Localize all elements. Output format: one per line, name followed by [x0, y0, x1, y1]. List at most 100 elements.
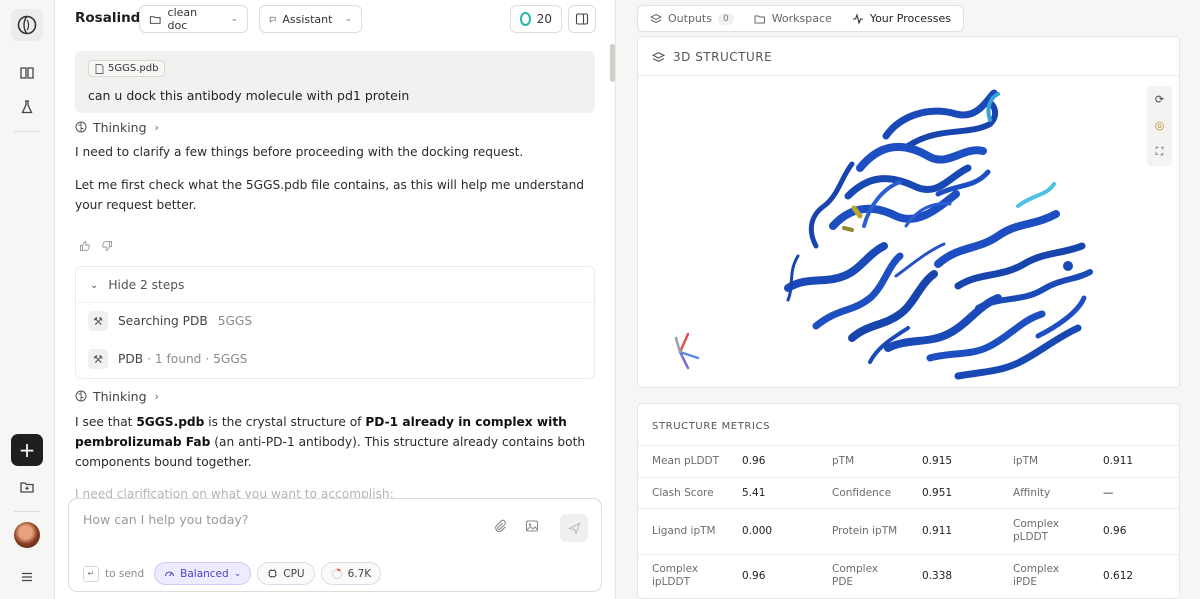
metric-value: 0.951: [922, 487, 953, 499]
user-message: 5GGS.pdb can u dock this antibody molecu…: [75, 51, 595, 113]
new-chat-button[interactable]: +: [11, 434, 43, 466]
metrics-title: STRUCTURE METRICS: [652, 421, 771, 432]
tab-workspace-label: Workspace: [771, 12, 832, 25]
metric-label: pTM: [832, 455, 855, 467]
mode-select-label: Assistant: [282, 12, 333, 26]
user-message-text: can u dock this antibody molecule with p…: [88, 88, 410, 103]
image-icon[interactable]: [525, 519, 539, 537]
device-label: CPU: [283, 567, 305, 580]
structure-title: 3D STRUCTURE: [673, 50, 773, 64]
app-logo-icon[interactable]: [11, 9, 43, 41]
composer-toolbar: ↵ to send Balanced ⌄ CPU 6.7K: [83, 562, 382, 585]
protein-3d-viewer[interactable]: [638, 76, 1180, 388]
reasoning-mode-select[interactable]: Balanced ⌄: [154, 562, 252, 585]
faded-reply-line: I need clarification on what you want to…: [75, 487, 394, 498]
thinking-toggle[interactable]: Thinking ›: [75, 119, 159, 135]
step-item[interactable]: ⚒ Searching PDB 5GGS: [88, 311, 252, 331]
device-select[interactable]: CPU: [257, 562, 315, 585]
token-usage[interactable]: 6.7K: [320, 562, 382, 585]
chat-bubble-icon: [269, 16, 276, 23]
table-row: Complex ipLDDT 0.96 Complex PDE 0.338 Co…: [638, 554, 1179, 597]
send-icon: [567, 521, 580, 535]
thinking-label: Thinking: [93, 388, 147, 404]
right-panel: Outputs 0 Workspace Your Processes 3D ST…: [616, 0, 1200, 599]
structure-viewer-card: 3D STRUCTURE ⟳ ◎ ⛶: [637, 36, 1180, 388]
step-label: Searching PDB: [118, 314, 208, 328]
brain-icon: [75, 390, 87, 402]
file-icon: [95, 63, 104, 74]
message-input[interactable]: How can I help you today?: [83, 512, 248, 527]
paperclip-icon[interactable]: [493, 519, 507, 537]
token-count: 6.7K: [347, 567, 372, 580]
step-item[interactable]: ⚒ PDB · 1 found · 5GGS: [88, 349, 248, 369]
chevron-down-icon: ⌄: [344, 14, 352, 24]
layers-icon: [650, 13, 662, 23]
doc-select[interactable]: clean doc ⌄: [139, 5, 248, 33]
attachment-chip[interactable]: 5GGS.pdb: [88, 60, 166, 77]
reasoning-mode-label: Balanced: [180, 567, 229, 580]
mode-select[interactable]: Assistant ⌄: [259, 5, 362, 33]
chat-panel: Rosalind clean doc ⌄ Assistant ⌄ 20 5GGS…: [55, 0, 615, 599]
right-tabs: Outputs 0 Workspace Your Processes: [637, 5, 965, 32]
tool-icon: ⚒: [88, 349, 108, 369]
chevron-right-icon: ›: [154, 120, 159, 134]
folder-small-icon: [149, 15, 161, 24]
composer-actions: [493, 519, 539, 537]
step-detail-2: · 5GGS: [205, 352, 248, 366]
thinking-label: Thinking: [93, 119, 147, 135]
flask-icon[interactable]: [11, 91, 43, 123]
metric-label: Clash Score: [652, 487, 714, 499]
chevron-down-icon: ⌄: [233, 568, 242, 579]
step-label: PDB: [118, 352, 144, 366]
activity-icon: [852, 12, 863, 25]
tab-outputs-label: Outputs: [668, 12, 712, 25]
menu-icon[interactable]: [11, 561, 43, 593]
metric-label: Confidence: [832, 487, 892, 499]
steps-panel: ⌄ Hide 2 steps ⚒ Searching PDB 5GGS ⚒ PD…: [75, 266, 595, 379]
chevron-right-icon: ›: [154, 389, 159, 403]
progress-ring-icon: [520, 12, 531, 26]
table-row: Clash Score 5.41 Confidence 0.951 Affini…: [638, 477, 1179, 508]
metric-value: 0.96: [742, 570, 766, 582]
thumbs-down-icon[interactable]: [101, 240, 113, 255]
message-list: 5GGS.pdb can u dock this antibody molecu…: [55, 40, 615, 498]
chat-topbar: Rosalind clean doc ⌄ Assistant ⌄ 20: [55, 0, 615, 40]
reset-rotation-icon[interactable]: ⟳: [1155, 93, 1164, 106]
hide-steps-toggle[interactable]: ⌄ Hide 2 steps: [90, 278, 184, 292]
thinking-toggle-2[interactable]: Thinking ›: [75, 388, 159, 404]
metric-value: 0.911: [1103, 455, 1134, 467]
metric-label: Protein ipTM: [832, 525, 898, 537]
metric-label: Complex ipLDDT: [652, 563, 699, 588]
step-detail: · 1 found: [147, 352, 202, 366]
progress-count-pill[interactable]: 20: [510, 5, 562, 33]
hide-steps-label: Hide 2 steps: [108, 278, 185, 292]
metric-label: Affinity: [1013, 487, 1051, 499]
tab-workspace[interactable]: Workspace: [745, 8, 841, 29]
table-row: Mean pLDDT 0.96 pTM 0.915 ipTM 0.911: [638, 445, 1179, 477]
tab-outputs-badge: 0: [717, 12, 734, 25]
avatar[interactable]: [14, 522, 40, 548]
layers-icon: [652, 51, 665, 62]
folder-icon[interactable]: [11, 471, 43, 503]
metric-value: 0.000: [742, 525, 773, 537]
metric-value: 0.612: [1103, 570, 1134, 582]
tab-your-processes[interactable]: Your Processes: [843, 8, 960, 29]
step-detail: 5GGS: [217, 314, 253, 328]
send-button[interactable]: [560, 514, 588, 542]
send-hint: to send: [105, 567, 145, 580]
chevron-down-icon: ⌄: [90, 279, 99, 291]
tab-your-processes-label: Your Processes: [869, 12, 952, 25]
tab-outputs[interactable]: Outputs 0: [641, 8, 743, 29]
metric-label: Mean pLDDT: [652, 455, 720, 467]
toggle-panel-button[interactable]: [568, 5, 596, 33]
usage-ring-icon: [331, 568, 342, 579]
progress-count: 20: [536, 12, 552, 26]
folder-open-icon: [754, 15, 765, 23]
metric-label: Complex pLDDT: [1013, 518, 1060, 543]
metric-value: —: [1103, 487, 1114, 499]
rail-divider: [14, 131, 40, 132]
fullscreen-icon[interactable]: ⛶: [1156, 145, 1164, 159]
book-icon[interactable]: [11, 57, 43, 89]
center-target-icon[interactable]: ◎: [1155, 119, 1165, 132]
thumbs-up-icon[interactable]: [79, 240, 91, 255]
